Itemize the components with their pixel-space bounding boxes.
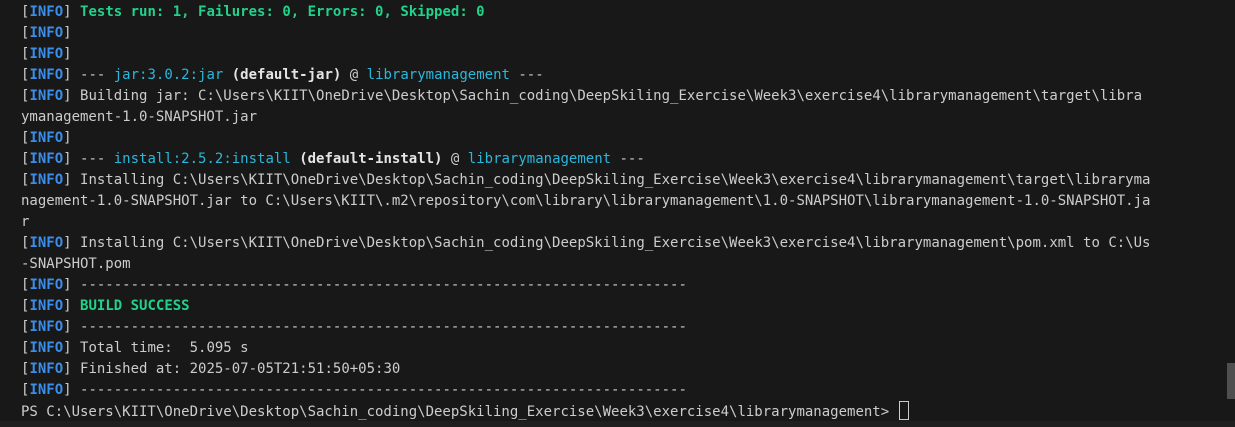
finished-at: Finished at: 2025-07-05T21:51:50+05:30 <box>71 361 401 377</box>
line-text: r <box>21 214 30 230</box>
line-text: Installing C:\Users\KIIT\OneDrive\Deskto… <box>71 172 1151 188</box>
info-tag: INFO <box>29 67 64 83</box>
text-cursor <box>898 401 909 420</box>
terminal-line: [INFO] ---------------------------------… <box>21 319 687 335</box>
terminal-line: r <box>21 212 1226 233</box>
bottom-strip <box>0 421 1235 427</box>
info-tag: INFO <box>29 361 64 377</box>
terminal-line: [INFO] ---------------------------------… <box>21 382 687 398</box>
info-tag: INFO <box>29 4 64 20</box>
line-text: --- <box>71 151 114 167</box>
info-tag: INFO <box>29 25 64 41</box>
separator-line: ----------------------------------------… <box>71 319 687 335</box>
project-name: librarymanagement <box>467 151 612 167</box>
info-tag: INFO <box>29 340 64 356</box>
terminal-line: [INFO] <box>21 25 72 41</box>
terminal-line: ymanagement-1.0-SNAPSHOT.jar <box>21 107 1226 128</box>
total-time: Total time: 5.095 s <box>71 340 249 356</box>
terminal-line: [INFO] --- install:2.5.2:install (defaul… <box>21 151 645 167</box>
scrollbar-thumb[interactable] <box>1227 363 1235 399</box>
info-tag: INFO <box>29 172 64 188</box>
terminal-line: [INFO] Total time: 5.095 s <box>21 340 249 356</box>
info-tag: INFO <box>29 235 64 251</box>
terminal-line: [INFO] ---------------------------------… <box>21 277 687 293</box>
terminal-output: [INFO] Tests run: 1, Failures: 0, Errors… <box>21 2 1226 422</box>
project-name: librarymanagement <box>366 67 510 83</box>
line-text: @ <box>442 151 468 167</box>
terminal-line: [INFO] Finished at: 2025-07-05T21:51:50+… <box>21 361 401 377</box>
terminal-line: nagement-1.0-SNAPSHOT.jar to C:\Users\KI… <box>21 191 1226 212</box>
terminal-line: [INFO] Tests run: 1, Failures: 0, Errors… <box>21 4 485 20</box>
terminal-line: [INFO] Installing C:\Users\KIIT\OneDrive… <box>21 235 1151 251</box>
separator-line: ----------------------------------------… <box>71 277 687 293</box>
info-tag: INFO <box>29 46 64 62</box>
info-tag: INFO <box>29 382 64 398</box>
build-status: BUILD SUCCESS <box>80 298 190 314</box>
terminal-line: [INFO] Installing C:\Users\KIIT\OneDrive… <box>21 172 1151 188</box>
separator-line: ----------------------------------------… <box>71 382 687 398</box>
terminal-line: -SNAPSHOT.pom <box>21 254 1226 275</box>
plugin-name: jar:3.0.2:jar <box>113 67 224 83</box>
line-text: ymanagement-1.0-SNAPSHOT.jar <box>21 109 258 125</box>
terminal-line: [INFO] Building jar: C:\Users\KIIT\OneDr… <box>21 88 1143 104</box>
line-text: Installing C:\Users\KIIT\OneDrive\Deskto… <box>71 235 1151 251</box>
info-tag: INFO <box>29 88 64 104</box>
terminal-line: [INFO] <box>21 130 72 146</box>
terminal-panel[interactable]: [INFO] Tests run: 1, Failures: 0, Errors… <box>0 0 1235 427</box>
shell-prompt: PS C:\Users\KIIT\OneDrive\Desktop\Sachin… <box>21 404 898 420</box>
terminal-line: [INFO] BUILD SUCCESS <box>21 298 190 314</box>
line-text: -SNAPSHOT.pom <box>21 256 131 272</box>
line-text: Building jar: C:\Users\KIIT\OneDrive\Des… <box>71 88 1143 104</box>
line-text: nagement-1.0-SNAPSHOT.jar to C:\Users\KI… <box>21 193 1151 209</box>
info-tag: INFO <box>29 130 64 146</box>
line-text: @ <box>341 67 367 83</box>
execution-id: (default-install) <box>290 151 443 167</box>
info-tag: INFO <box>29 298 64 314</box>
terminal-line: [INFO] <box>21 46 72 62</box>
info-tag: INFO <box>29 277 64 293</box>
line-text: --- <box>611 151 645 167</box>
prompt-line[interactable]: PS C:\Users\KIIT\OneDrive\Desktop\Sachin… <box>21 401 1226 422</box>
info-tag: INFO <box>29 319 64 335</box>
execution-id: (default-jar) <box>223 67 342 83</box>
info-tag: INFO <box>29 151 64 167</box>
line-text: --- <box>71 67 114 83</box>
terminal-line: [INFO] --- jar:3.0.2:jar (default-jar) @… <box>21 67 544 83</box>
plugin-name: install:2.5.2:install <box>113 151 291 167</box>
tests-summary: Tests run: 1, Failures: 0, Errors: 0, Sk… <box>80 4 485 20</box>
line-text: --- <box>509 67 544 83</box>
